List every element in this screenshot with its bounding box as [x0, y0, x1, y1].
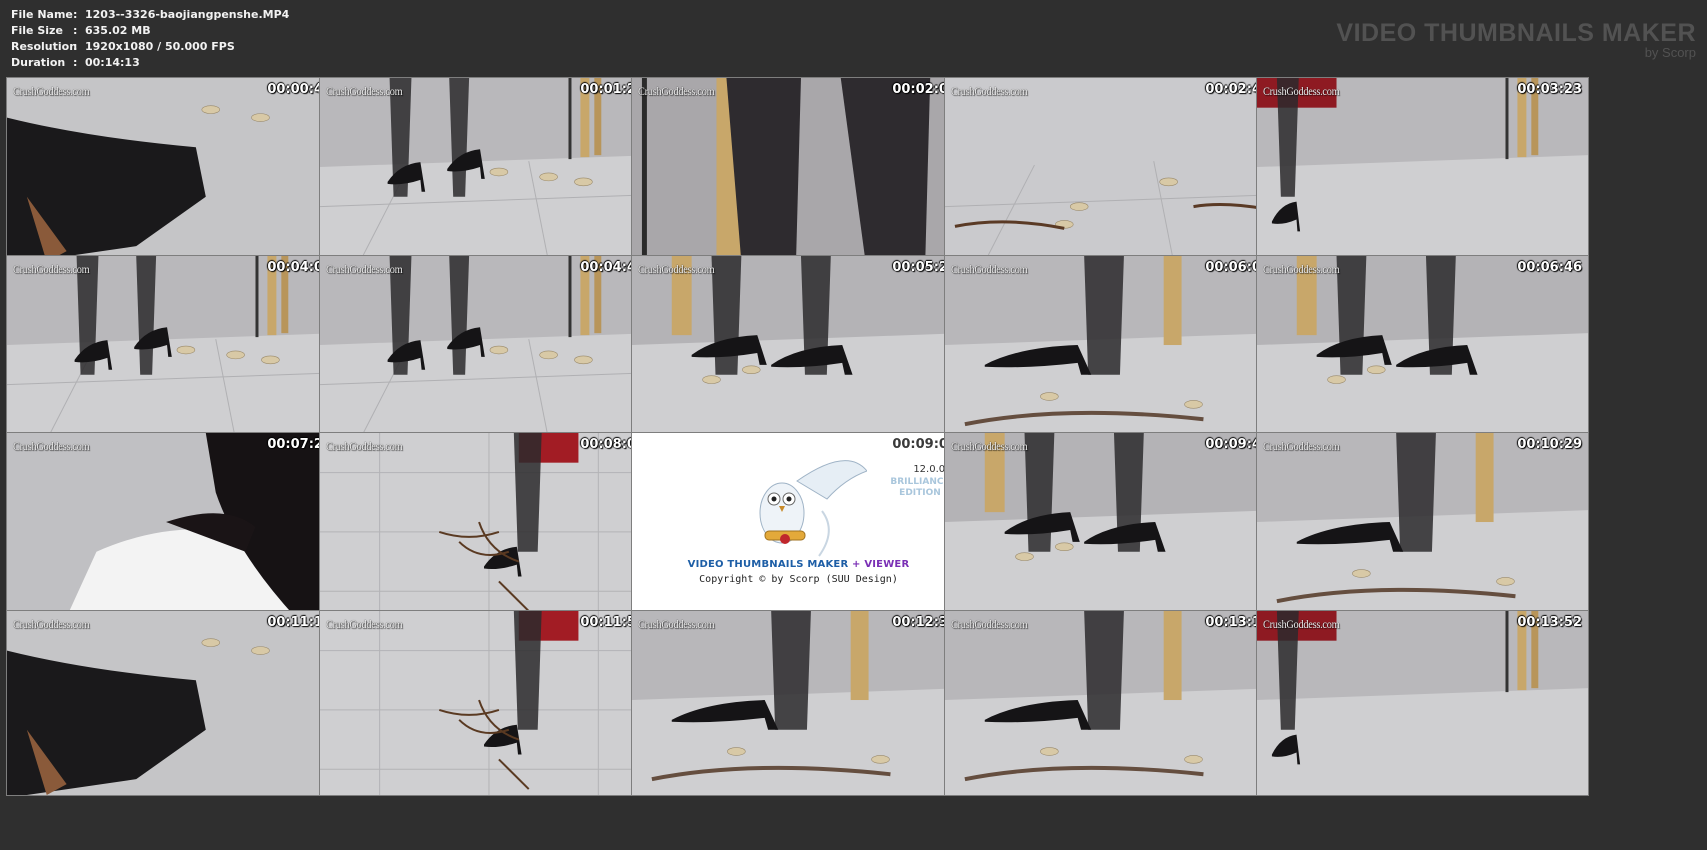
thumbnail-frame[interactable]: CrushGoddess.com 00:02:42 [944, 77, 1277, 263]
watermark: CrushGoddess.com [951, 84, 1028, 98]
thumbnail-image [632, 78, 963, 262]
file-size-sep: : [73, 24, 78, 37]
thumbnail-frame[interactable]: CrushGoddess.com 00:11:50 [319, 610, 652, 796]
thumbnail-image [320, 433, 651, 617]
watermark: CrushGoddess.com [638, 84, 715, 98]
thumbnail-frame[interactable]: CrushGoddess.com 00:07:26 [6, 432, 339, 618]
thumbnail-image [945, 433, 1276, 617]
watermark: CrushGoddess.com [326, 84, 403, 98]
watermark: CrushGoddess.com [13, 439, 90, 453]
brand-subtitle: by Scorp [1644, 45, 1696, 60]
watermark: CrushGoddess.com [326, 439, 403, 453]
resolution-value: 1920x1080 / 50.000 FPS [85, 40, 235, 53]
thumbnail-frame[interactable]: CrushGoddess.com 00:09:48 [944, 432, 1277, 618]
watermark: CrushGoddess.com [1263, 84, 1340, 98]
thumbnail-frame[interactable]: CrushGoddess.com 00:03:23 [1256, 77, 1589, 263]
watermark: CrushGoddess.com [638, 262, 715, 276]
watermark: CrushGoddess.com [1263, 617, 1340, 631]
file-size-value: 635.02 MB [85, 24, 151, 37]
duration-row: Duration : 00:14:13 [11, 55, 289, 71]
resolution-key: Resolution [11, 40, 78, 53]
watermark: CrushGoddess.com [951, 617, 1028, 631]
thumbnail-frame[interactable]: CrushGoddess.com 00:10:29 [1256, 432, 1589, 618]
file-info-panel: File Name : 1203--3326-baojiangpenshe.MP… [11, 7, 289, 71]
thumbnail-image [320, 256, 651, 440]
thumbnail-frame[interactable]: CrushGoddess.com 00:02:01 [631, 77, 964, 263]
thumbnail-image [320, 611, 651, 795]
thumbnail-image [7, 256, 338, 440]
file-size-key: File Size [11, 24, 63, 37]
thumbnail-frame[interactable]: CrushGoddess.com 00:05:24 [631, 255, 964, 441]
thumbnail-image [1257, 78, 1588, 262]
thumbnail-frame[interactable]: CrushGoddess.com 00:06:46 [1256, 255, 1589, 441]
thumbnail-image [945, 256, 1276, 440]
duration-key: Duration [11, 56, 66, 69]
watermark: CrushGoddess.com [13, 84, 90, 98]
watermark: CrushGoddess.com [13, 617, 90, 631]
resolution-row: Resolution : 1920x1080 / 50.000 FPS [11, 39, 289, 55]
thumbnail-timestamp: 00:13:52 [1517, 615, 1582, 630]
watermark: CrushGoddess.com [951, 439, 1028, 453]
thumbnail-timestamp: 00:03:23 [1517, 82, 1582, 97]
file-name-key: File Name [11, 8, 73, 21]
thumbnail-frame[interactable]: CrushGoddess.com 00:13:52 [1256, 610, 1589, 796]
thumbnail-image [7, 433, 338, 617]
thumbnail-frame[interactable]: CrushGoddess.com 00:11:10 [6, 610, 339, 796]
splash-copyright: Copyright © by Scorp (SUU Design) [699, 574, 898, 585]
thumbnail-frame[interactable]: CrushGoddess.com 00:12:31 [631, 610, 964, 796]
brand-logo: VIDEO THUMBNAILS MAKER by Scorp [1336, 20, 1696, 60]
duration-value: 00:14:13 [85, 56, 140, 69]
splash-name-plus: + [852, 559, 861, 570]
thumbnail-grid: CrushGoddess.com 00:00:40 CrushGoddess.com… [6, 77, 1701, 844]
watermark: CrushGoddess.com [1263, 262, 1340, 276]
thumbnail-timestamp: 00:06:46 [1517, 260, 1582, 275]
file-size-row: File Size : 635.02 MB [11, 23, 289, 39]
duration-sep: : [73, 56, 78, 69]
thumbnail-image [632, 611, 963, 795]
thumbnail-frame[interactable]: CrushGoddess.com 00:08:07 [319, 432, 652, 618]
file-name-row: File Name : 1203--3326-baojiangpenshe.MP… [11, 7, 289, 23]
watermark: CrushGoddess.com [951, 262, 1028, 276]
sheet-header: File Name : 1203--3326-baojiangpenshe.MP… [0, 0, 1707, 76]
file-name-sep: : [73, 8, 78, 21]
thumbnail-image [945, 611, 1276, 795]
thumbnail-frame[interactable]: CrushGoddess.com 00:13:12 [944, 610, 1277, 796]
thumbnail-frame[interactable]: CrushGoddess.com 00:00:40 [6, 77, 339, 263]
thumbnail-frame[interactable]: CrushGoddess.com 00:01:21 [319, 77, 652, 263]
resolution-sep: : [73, 40, 78, 53]
splash-name-part3: VIEWER [864, 559, 910, 570]
watermark: CrushGoddess.com [326, 617, 403, 631]
thumbnail-image [320, 78, 651, 262]
thumbnail-frame[interactable]: CrushGoddess.com 00:06:05 [944, 255, 1277, 441]
thumbnail-image [7, 78, 338, 262]
thumbnail-frame[interactable]: 12.0.0.0 BRILLIANCE EDITION VIDEO THUMBNAIL… [631, 432, 964, 618]
thumbnail-image [1257, 611, 1588, 795]
watermark: CrushGoddess.com [638, 617, 715, 631]
thumbnail-frame[interactable]: CrushGoddess.com 00:04:44 [319, 255, 652, 441]
watermark: CrushGoddess.com [1263, 439, 1340, 453]
thumbnail-image [7, 611, 338, 795]
thumbnail-image [945, 78, 1276, 262]
thumbnail-image [1257, 433, 1588, 617]
splash-name-part1: VIDEO THUMBNAILS MAKER [687, 559, 849, 570]
file-name-value: 1203--3326-baojiangpenshe.MP4 [85, 8, 290, 21]
thumbnail-frame[interactable]: CrushGoddess.com 00:04:03 [6, 255, 339, 441]
brand-title: VIDEO THUMBNAILS MAKER [1336, 19, 1696, 47]
owl-logo-icon [759, 460, 867, 557]
watermark: CrushGoddess.com [326, 262, 403, 276]
watermark: CrushGoddess.com [13, 262, 90, 276]
splash-product-name: VIDEO THUMBNAILS MAKER + VIEWER [632, 559, 963, 570]
thumbnail-image [632, 256, 963, 440]
thumbnail-timestamp: 00:10:29 [1517, 437, 1582, 452]
thumbnail-image [1257, 256, 1588, 440]
